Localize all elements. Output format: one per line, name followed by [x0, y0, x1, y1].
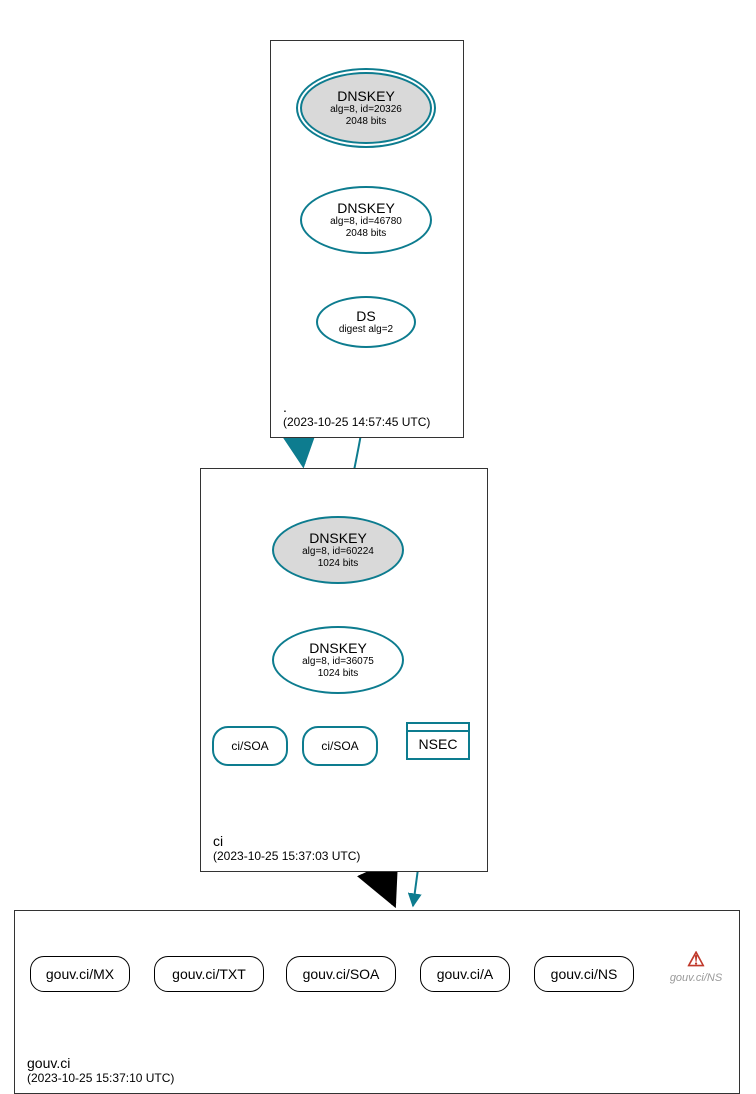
root-ds-node: DS digest alg=2	[316, 296, 416, 348]
root-ksk-bits: 2048 bits	[346, 116, 387, 128]
zone-root-name: .	[283, 399, 430, 415]
zone-ci-caption: ci (2023-10-25 15:37:03 UTC)	[213, 833, 360, 863]
gouvci-ns-warning-label: gouv.ci/NS	[660, 972, 732, 984]
ci-nsec-node: NSEC	[406, 722, 470, 760]
ci-zsk-title: DNSKEY	[309, 640, 367, 656]
gouvci-txt-label: gouv.ci/TXT	[172, 966, 246, 982]
gouvci-a-label: gouv.ci/A	[437, 966, 494, 982]
ci-zsk-node: DNSKEY alg=8, id=36075 1024 bits	[272, 626, 404, 694]
root-ds-title: DS	[356, 308, 375, 324]
ci-soa2-label: ci/SOA	[321, 739, 358, 753]
root-zsk-title: DNSKEY	[337, 200, 395, 216]
gouvci-txt-node: gouv.ci/TXT	[154, 956, 264, 992]
ci-soa2-node: ci/SOA	[302, 726, 378, 766]
gouvci-ns-label: gouv.ci/NS	[551, 966, 618, 982]
ci-ksk-node: DNSKEY alg=8, id=60224 1024 bits	[272, 516, 404, 584]
ci-ksk-title: DNSKEY	[309, 530, 367, 546]
root-zsk-node: DNSKEY alg=8, id=46780 2048 bits	[300, 186, 432, 254]
root-zsk-bits: 2048 bits	[346, 228, 387, 240]
gouvci-a-node: gouv.ci/A	[420, 956, 510, 992]
ci-ksk-alg: alg=8, id=60224	[302, 546, 374, 558]
root-ksk-alg: alg=8, id=20326	[330, 104, 402, 116]
gouvci-soa-node: gouv.ci/SOA	[286, 956, 396, 992]
ci-nsec-label: NSEC	[408, 732, 468, 760]
ci-zsk-alg: alg=8, id=36075	[302, 656, 374, 668]
gouvci-mx-node: gouv.ci/MX	[30, 956, 130, 992]
zone-gouvci: gouv.ci (2023-10-25 15:37:10 UTC)	[14, 910, 740, 1094]
gouvci-ns-warning: ⚠ gouv.ci/NS	[660, 950, 732, 984]
zone-root-timestamp: (2023-10-25 14:57:45 UTC)	[283, 415, 430, 429]
ci-soa1-node: ci/SOA	[212, 726, 288, 766]
zone-ci-timestamp: (2023-10-25 15:37:03 UTC)	[213, 849, 360, 863]
ci-zsk-bits: 1024 bits	[318, 668, 359, 680]
root-zsk-alg: alg=8, id=46780	[330, 216, 402, 228]
gouvci-ns-node: gouv.ci/NS	[534, 956, 634, 992]
warning-icon: ⚠	[660, 950, 732, 970]
zone-gouvci-timestamp: (2023-10-25 15:37:10 UTC)	[27, 1071, 174, 1085]
ci-ksk-bits: 1024 bits	[318, 558, 359, 570]
zone-root-caption: . (2023-10-25 14:57:45 UTC)	[283, 399, 430, 429]
gouvci-mx-label: gouv.ci/MX	[46, 966, 114, 982]
zone-ci-name: ci	[213, 833, 360, 849]
root-ds-alg: digest alg=2	[339, 324, 393, 336]
zone-gouvci-caption: gouv.ci (2023-10-25 15:37:10 UTC)	[27, 1055, 174, 1085]
root-ksk-title: DNSKEY	[337, 88, 395, 104]
gouvci-soa-label: gouv.ci/SOA	[303, 966, 380, 982]
root-ksk-node: DNSKEY alg=8, id=20326 2048 bits	[300, 72, 432, 144]
zone-gouvci-name: gouv.ci	[27, 1055, 174, 1071]
ci-soa1-label: ci/SOA	[231, 739, 268, 753]
